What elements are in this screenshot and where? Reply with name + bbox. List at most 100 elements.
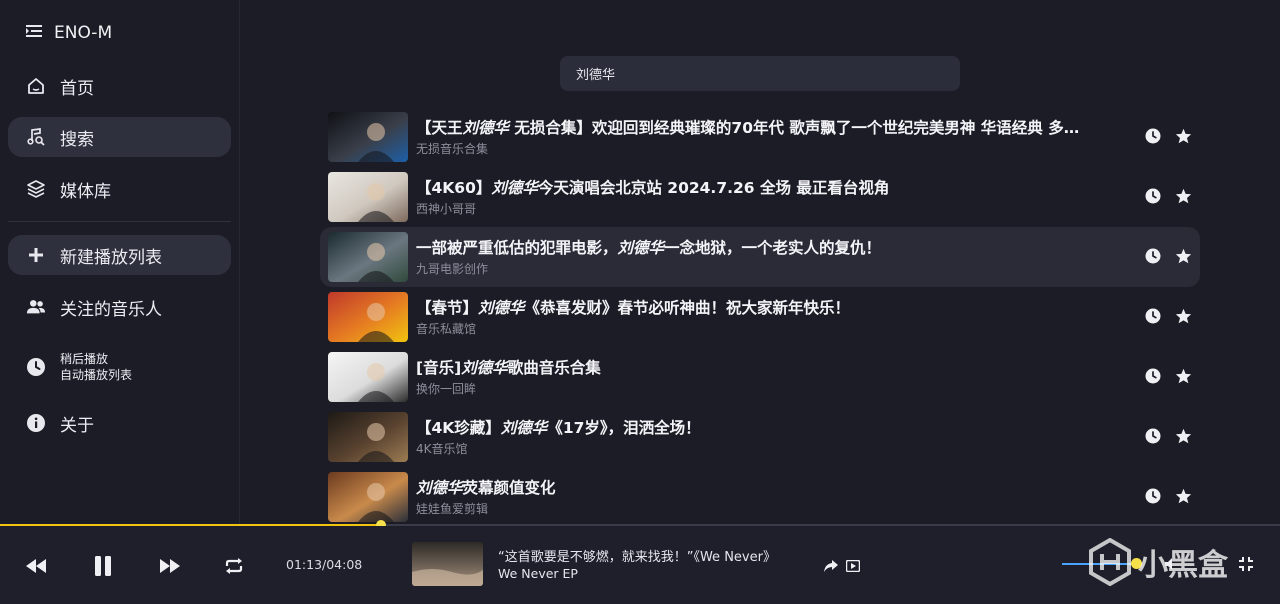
layers-icon xyxy=(26,179,46,199)
result-uploader[interactable]: 娃娃鱼爱剪辑 xyxy=(416,500,488,517)
sidebar-item-followed-artists[interactable]: 关注的音乐人 xyxy=(8,287,231,327)
sidebar: ENO-M 首页 搜索 媒体库 新建播放列表 关注的音乐人 稍后播放 自动播放列… xyxy=(0,0,240,524)
result-thumbnail[interactable] xyxy=(328,172,408,222)
result-title-highlight: 刘德华 xyxy=(617,239,665,257)
result-thumbnail[interactable] xyxy=(328,352,408,402)
sidebar-item-about[interactable]: 关于 xyxy=(8,403,231,443)
play-later-subtitle: 自动播放列表 xyxy=(60,368,133,382)
favorite-button[interactable] xyxy=(1174,367,1192,385)
sidebar-item-library[interactable]: 媒体库 xyxy=(8,169,231,209)
play-later-button[interactable] xyxy=(1144,367,1162,385)
share-icon[interactable] xyxy=(824,557,838,576)
result-title-highlight: 刘德华 xyxy=(491,179,538,197)
play-later-button[interactable] xyxy=(1144,307,1162,325)
sidebar-item-label: 关注的音乐人 xyxy=(60,299,162,320)
play-later-title: 稍后播放 xyxy=(60,352,109,366)
home-icon xyxy=(26,76,46,96)
play-later-button[interactable] xyxy=(1144,187,1162,205)
play-later-button[interactable] xyxy=(1144,247,1162,265)
menu-collapse-icon[interactable] xyxy=(26,23,42,43)
result-title-prefix: 【4K珍藏】 xyxy=(416,419,501,437)
result-row[interactable]: 【天王刘德华 无损合集】欢迎回到经典璀璨的70年代 歌声飘了一个世纪完美男神 华… xyxy=(320,107,1200,167)
result-title[interactable]: [音乐]刘德华歌曲音乐合集 xyxy=(416,356,1106,378)
result-title-suffix: 《恭喜发财》春节必听神曲！祝大家新年快乐！ xyxy=(524,299,851,317)
fullscreen-exit-icon[interactable] xyxy=(1238,556,1254,576)
favorite-button[interactable] xyxy=(1174,127,1192,145)
info-icon xyxy=(26,413,46,433)
now-playing-album[interactable]: We Never EP xyxy=(498,566,578,581)
result-title-prefix: 一部被严重低估的犯罪电影， xyxy=(416,239,618,257)
favorite-button[interactable] xyxy=(1174,487,1192,505)
result-title-highlight: 刘德华 xyxy=(461,359,508,377)
result-row[interactable]: 【4K珍藏】刘德华《17岁》，泪洒全场！ 4K音乐馆 xyxy=(320,407,1200,467)
pause-button[interactable] xyxy=(89,552,117,580)
favorite-button[interactable] xyxy=(1174,307,1192,325)
result-uploader[interactable]: 音乐私藏馆 xyxy=(416,320,476,337)
star-icon xyxy=(1175,428,1191,444)
result-uploader[interactable]: 九哥电影创作 xyxy=(416,260,488,277)
result-title[interactable]: 一部被严重低估的犯罪电影，刘德华一念地狱，一个老实人的复仇！ xyxy=(416,236,1106,258)
result-uploader[interactable]: 西神小哥哥 xyxy=(416,200,476,217)
play-later-button[interactable] xyxy=(1144,487,1162,505)
music-search-icon xyxy=(26,127,46,147)
next-icon xyxy=(160,559,180,573)
result-thumbnail[interactable] xyxy=(328,412,408,462)
volume-icon[interactable] xyxy=(1164,556,1178,575)
new-playlist-button[interactable]: 新建播放列表 xyxy=(8,235,231,275)
result-thumbnail[interactable] xyxy=(328,232,408,282)
play-later-button[interactable] xyxy=(1144,127,1162,145)
result-row[interactable]: 刘德华荧幕颜值变化娃娃鱼爱剪辑 xyxy=(320,467,1200,527)
sidebar-item-search[interactable]: 搜索 xyxy=(8,117,231,157)
result-row[interactable]: 一部被严重低估的犯罪电影，刘德华一念地狱，一个老实人的复仇！ 九哥电影创作 xyxy=(320,227,1200,287)
result-uploader[interactable]: 4K音乐馆 xyxy=(416,440,468,457)
result-title[interactable]: 【4K60】刘德华今天演唱会北京站 2024.7.26 全场 最正看台视角 xyxy=(416,176,1106,198)
result-title-highlight: 刘德华 xyxy=(462,119,510,137)
sidebar-item-label: 搜索 xyxy=(60,129,94,150)
app-window: ENO-M 首页 搜索 媒体库 新建播放列表 关注的音乐人 稍后播放 自动播放列… xyxy=(0,0,1280,604)
result-thumbnail[interactable] xyxy=(328,472,408,522)
watermark-logo: 小黑盒 xyxy=(1088,538,1228,586)
app-brand[interactable]: ENO-M xyxy=(26,22,112,44)
favorite-button[interactable] xyxy=(1174,427,1192,445)
result-title-highlight: 刘德华 xyxy=(478,299,525,317)
result-title[interactable]: 刘德华荧幕颜值变化 xyxy=(416,476,1106,498)
result-title-prefix: 【4K60】 xyxy=(416,179,492,197)
now-playing-cover[interactable] xyxy=(412,542,483,586)
sidebar-item-play-later[interactable]: 稍后播放 自动播放列表 xyxy=(8,345,231,389)
pause-icon xyxy=(95,556,111,576)
result-title[interactable]: 【春节】刘德华《恭喜发财》春节必听神曲！祝大家新年快乐！ xyxy=(416,296,1106,318)
sidebar-divider xyxy=(8,221,231,222)
clock-icon xyxy=(26,357,46,377)
watermark-text: 小黑盒 xyxy=(1138,548,1228,583)
previous-button[interactable] xyxy=(22,552,50,580)
result-uploader[interactable]: 换你一回眸 xyxy=(416,380,476,397)
result-row[interactable]: [音乐]刘德华歌曲音乐合集换你一回眸 xyxy=(320,347,1200,407)
watermark-hexagon-icon xyxy=(1089,538,1131,586)
result-title-highlight: 刘德华 xyxy=(500,419,548,437)
result-row[interactable]: 【4K60】刘德华今天演唱会北京站 2024.7.26 全场 最正看台视角西神小… xyxy=(320,167,1200,227)
clock-icon xyxy=(1145,428,1161,444)
result-thumbnail[interactable] xyxy=(328,112,408,162)
clock-icon xyxy=(1145,188,1161,204)
play-later-button[interactable] xyxy=(1144,427,1162,445)
repeat-button[interactable] xyxy=(220,552,248,580)
favorite-button[interactable] xyxy=(1174,187,1192,205)
star-icon xyxy=(1175,188,1191,204)
favorite-button[interactable] xyxy=(1174,247,1192,265)
next-button[interactable] xyxy=(156,552,184,580)
result-thumbnail[interactable] xyxy=(328,292,408,342)
result-title[interactable]: 【4K珍藏】刘德华《17岁》，泪洒全场！ xyxy=(416,416,1106,438)
star-icon xyxy=(1175,128,1191,144)
sidebar-item-label: 首页 xyxy=(60,78,94,99)
result-title-prefix: 【春节】 xyxy=(416,299,479,317)
sidebar-item-home[interactable]: 首页 xyxy=(8,66,231,106)
sidebar-item-label: 媒体库 xyxy=(60,181,111,202)
video-icon[interactable] xyxy=(845,557,861,576)
search-input[interactable] xyxy=(560,56,960,91)
result-uploader[interactable]: 无损音乐合集 xyxy=(416,140,488,157)
now-playing-title: “这首歌要是不够燃，就来找我！”《We Never》 xyxy=(498,550,776,565)
result-title-prefix: [音乐] xyxy=(416,359,462,377)
clock-icon xyxy=(1145,368,1161,384)
result-title[interactable]: 【天王刘德华 无损合集】欢迎回到经典璀璨的70年代 歌声飘了一个世纪完美男神 华… xyxy=(416,116,1106,138)
result-row[interactable]: 【春节】刘德华《恭喜发财》春节必听神曲！祝大家新年快乐！ 音乐私藏馆 xyxy=(320,287,1200,347)
